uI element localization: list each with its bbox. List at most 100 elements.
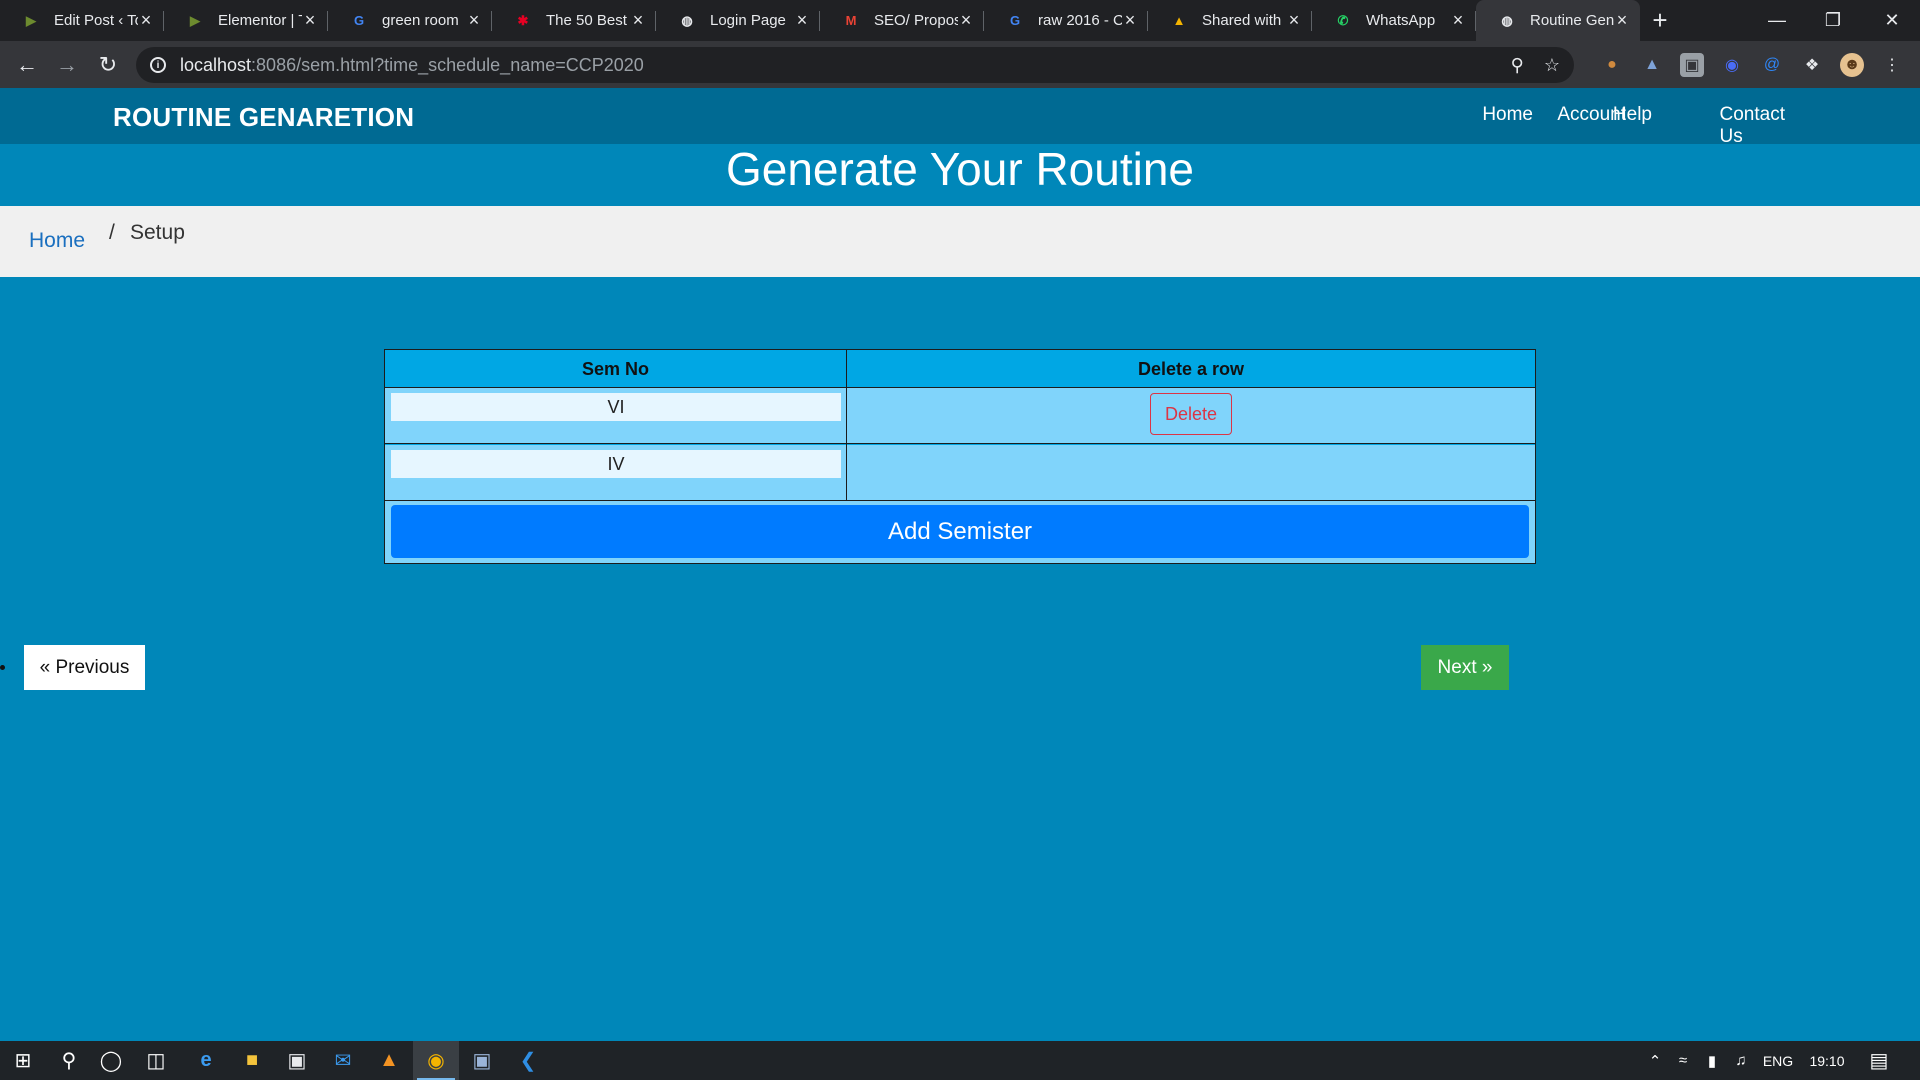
nav-contact-us[interactable]: Contact Us xyxy=(1720,104,1785,148)
browser-tab-strip: ▶ Edit Post ‹ To × ▶ Elementor | T × Ggreen ro… xyxy=(0,0,1920,41)
site-navbar: ROUTINE GENARETION Home Account Help Con… xyxy=(0,88,1920,147)
site-brand[interactable]: ROUTINE GENARETION xyxy=(113,102,414,133)
header-sem-no: Sem No xyxy=(581,359,650,379)
sem-no-input[interactable] xyxy=(391,393,841,421)
delete-row-button[interactable]: Delete xyxy=(1150,393,1232,435)
tray-chevron-icon[interactable]: ⌃ xyxy=(1642,1052,1668,1070)
close-tab-icon[interactable]: × xyxy=(794,10,810,31)
at-extension-icon[interactable]: @ xyxy=(1760,53,1784,77)
extensions-puzzle-icon[interactable]: ❖ xyxy=(1800,53,1824,77)
tab-title: Shared with xyxy=(1202,12,1282,29)
search-extension-icon[interactable]: ◉ xyxy=(1720,53,1744,77)
tab-title: Edit Post ‹ To xyxy=(54,12,138,29)
google-icon: G xyxy=(1009,13,1021,28)
globe-icon: ◍ xyxy=(681,12,693,28)
wifi-icon[interactable]: ≈ xyxy=(1668,1052,1698,1069)
close-tab-icon[interactable]: × xyxy=(302,10,318,31)
browser-menu-icon[interactable]: ⋮ xyxy=(1880,53,1904,77)
edge-icon[interactable]: e xyxy=(183,1041,229,1080)
breadcrumb-separator: / xyxy=(109,221,115,244)
add-semester-button[interactable]: Add Semister xyxy=(391,505,1529,558)
extension-icon[interactable]: ▲ xyxy=(1640,53,1664,77)
site-info-icon[interactable]: i xyxy=(150,57,166,73)
windows-taskbar: ⊞ ⚲ ◯ ◫ e ■ ▣ ✉ ▲ ◉ ▣ ❮ ⌃ ≈ ▮ ♫ ENG 19:1… xyxy=(0,1041,1920,1080)
breadcrumb-current: Setup xyxy=(130,221,185,244)
table-row xyxy=(385,445,1535,501)
chrome-icon[interactable]: ◉ xyxy=(413,1041,459,1080)
breadcrumb-home-link[interactable]: Home xyxy=(29,229,85,253)
store-icon[interactable]: ▣ xyxy=(274,1041,320,1080)
notifications-icon[interactable]: ▤ xyxy=(1856,1041,1902,1080)
browser-tab[interactable]: ▶ Elementor | T × xyxy=(164,0,328,41)
browser-tab[interactable]: ✆ WhatsApp × xyxy=(1312,0,1476,41)
close-tab-icon[interactable]: × xyxy=(1614,10,1630,31)
browser-tab[interactable]: M SEO/ Propos × xyxy=(820,0,984,41)
volume-icon[interactable]: ♫ xyxy=(1726,1052,1756,1069)
add-row-area: Add Semister xyxy=(385,501,1535,563)
tab-title: The 50 Best xyxy=(546,12,627,29)
new-tab-button[interactable]: + xyxy=(1640,0,1680,41)
language-indicator[interactable]: ENG xyxy=(1756,1053,1800,1069)
google-icon: G xyxy=(353,13,365,28)
vscode-icon[interactable]: ❮ xyxy=(505,1041,551,1080)
close-tab-icon[interactable]: × xyxy=(630,10,646,31)
sem-no-input[interactable] xyxy=(391,450,841,478)
task-view-icon[interactable]: ◫ xyxy=(133,1041,179,1080)
close-tab-icon[interactable]: × xyxy=(1450,10,1466,31)
cortana-icon[interactable]: ◯ xyxy=(88,1041,134,1080)
reload-button[interactable]: ↻ xyxy=(88,45,128,85)
next-button[interactable]: Next » xyxy=(1421,645,1509,690)
nav-home[interactable]: Home xyxy=(1482,104,1533,126)
file-explorer-icon[interactable]: ■ xyxy=(229,1041,275,1080)
windows-start-icon[interactable]: ⊞ xyxy=(0,1041,46,1080)
previous-button[interactable]: « Previous xyxy=(24,645,145,690)
close-tab-icon[interactable]: × xyxy=(138,10,154,31)
cookie-extension-icon[interactable]: ● xyxy=(1600,53,1624,77)
forward-button[interactable]: → xyxy=(47,45,87,85)
elementor-icon: ▶ xyxy=(190,12,200,28)
browser-tab[interactable]: ▲ Shared with × xyxy=(1148,0,1312,41)
browser-tab[interactable]: Graw 2016 - C × xyxy=(984,0,1148,41)
table-header: Sem No Delete a row xyxy=(385,350,1535,388)
browser-tab[interactable]: Ggreen room × xyxy=(328,0,492,41)
url-path: :8086/sem.html?time_schedule_name=CCP202… xyxy=(251,54,644,75)
address-bar[interactable]: i localhost:8086/sem.html?time_schedule_… xyxy=(136,47,1574,83)
vlc-icon[interactable]: ▲ xyxy=(366,1041,412,1080)
breadcrumb: Home / Setup xyxy=(0,206,1920,277)
whatsapp-icon: ✆ xyxy=(1337,12,1349,28)
close-tab-icon[interactable]: × xyxy=(958,10,974,31)
app-icon[interactable]: ▣ xyxy=(459,1041,505,1080)
zoom-icon[interactable]: ⚲ xyxy=(1511,55,1524,76)
page-title: Generate Your Routine xyxy=(725,143,1195,195)
browser-toolbar: ← → ↻ i localhost:8086/sem.html?time_sch… xyxy=(0,41,1920,88)
close-tab-icon[interactable]: × xyxy=(1122,10,1138,31)
close-tab-icon[interactable]: × xyxy=(466,10,482,31)
drive-icon: ▲ xyxy=(1172,13,1186,28)
clock[interactable]: 19:10 xyxy=(1800,1053,1854,1069)
tab-title: Routine Gen xyxy=(1530,12,1614,29)
profile-avatar[interactable]: ☻ xyxy=(1840,53,1864,77)
browser-tab[interactable]: ▶ Edit Post ‹ To × xyxy=(0,0,164,41)
pinterest-icon: ✱ xyxy=(517,12,529,28)
tab-list: ▶ Edit Post ‹ To × ▶ Elementor | T × Ggreen ro… xyxy=(0,0,1640,41)
elementor-icon: ▶ xyxy=(26,12,36,28)
battery-icon[interactable]: ▮ xyxy=(1698,1052,1726,1070)
browser-tab[interactable]: ◍ Routine Gen × xyxy=(1476,0,1640,41)
close-window-button[interactable]: ✕ xyxy=(1864,0,1920,41)
tab-title: Elementor | T xyxy=(218,12,302,29)
list-bullet xyxy=(0,665,5,670)
bookmark-star-icon[interactable]: ☆ xyxy=(1544,55,1560,76)
back-button[interactable]: ← xyxy=(7,45,47,85)
search-icon[interactable]: ⚲ xyxy=(46,1041,92,1080)
extension-icon[interactable]: ▣ xyxy=(1680,53,1704,77)
restore-button[interactable]: ❐ xyxy=(1805,0,1861,41)
browser-tab[interactable]: ✱ The 50 Best × xyxy=(492,0,656,41)
minimize-button[interactable]: — xyxy=(1749,0,1805,41)
browser-tab[interactable]: ◍ Login Page × xyxy=(656,0,820,41)
mail-icon[interactable]: ✉ xyxy=(320,1041,366,1080)
gmail-icon: M xyxy=(845,13,857,28)
nav-help[interactable]: Help xyxy=(1613,104,1652,126)
close-tab-icon[interactable]: × xyxy=(1286,10,1302,31)
column-divider xyxy=(846,350,847,501)
tab-title: SEO/ Propos xyxy=(874,12,958,29)
